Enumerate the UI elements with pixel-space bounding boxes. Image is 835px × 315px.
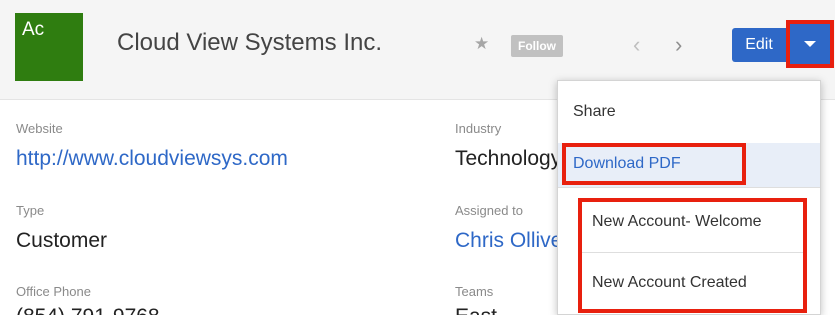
actions-dropdown-menu: Share Download PDF New Account- Welcome … [557,80,821,315]
star-icon[interactable]: ★ [474,34,489,54]
website-label: Website [16,121,63,136]
account-avatar: Ac [15,13,83,81]
industry-label: Industry [455,121,502,136]
office-phone-label: Office Phone [16,284,91,299]
assigned-to-label: Assigned to [455,203,523,218]
teams-value: East [455,305,497,315]
actions-dropdown-button[interactable] [786,20,834,68]
website-link[interactable]: http://www.cloudviewsys.com [16,147,288,171]
chevron-right-icon[interactable]: › [675,34,682,56]
type-label: Type [16,203,45,218]
menu-divider [558,187,820,188]
share-menu-item[interactable]: Share [558,81,820,143]
type-value: Customer [16,229,108,252]
download-pdf-highlight [562,143,746,185]
office-phone-value[interactable]: (854) 791-9768 [16,305,160,315]
record-title: Cloud View Systems Inc. [117,29,382,56]
assigned-to-link[interactable]: Chris Olliver [455,229,569,253]
teams-label: Teams [455,284,494,299]
edit-button[interactable]: Edit [732,28,786,62]
industry-value: Technology [455,147,562,170]
pdf-templates-highlight [578,198,807,313]
chevron-left-icon[interactable]: ‹ [633,34,640,56]
caret-down-icon [804,41,816,47]
follow-button[interactable]: Follow [511,35,563,57]
